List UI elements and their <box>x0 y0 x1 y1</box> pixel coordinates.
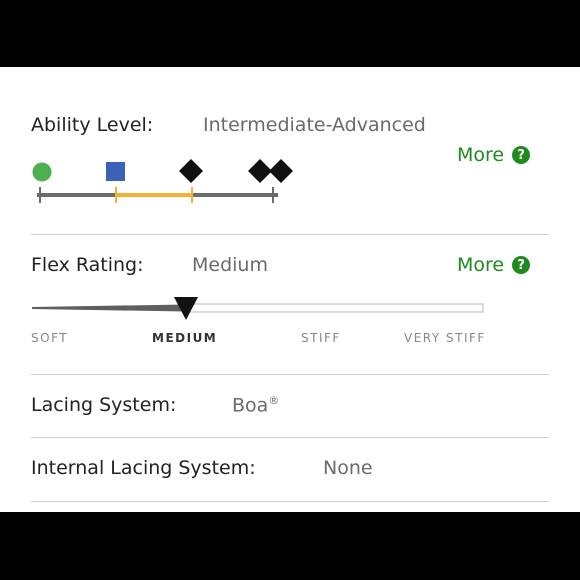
lacing-system-value: Boa® <box>232 394 280 417</box>
product-specs-panel: Ability Level: Intermediate-Advanced Mor… <box>0 67 580 512</box>
flex-tick-label: STIFF <box>301 331 341 345</box>
divider <box>31 501 549 502</box>
internal-lacing-label: Internal Lacing System: <box>31 457 256 479</box>
flex-tick-label: VERY STIFF <box>404 331 486 345</box>
flex-track <box>184 303 484 313</box>
internal-lacing-value: None <box>323 457 373 479</box>
flex-tick-label: SOFT <box>31 331 69 345</box>
registered-mark: ® <box>268 394 280 407</box>
flex-track-filled <box>32 304 185 312</box>
divider <box>31 374 549 375</box>
flex-tick-label-selected: MEDIUM <box>152 331 218 345</box>
divider <box>31 437 549 438</box>
flex-rating-scale <box>32 297 484 320</box>
lacing-system-label: Lacing System: <box>31 394 177 416</box>
